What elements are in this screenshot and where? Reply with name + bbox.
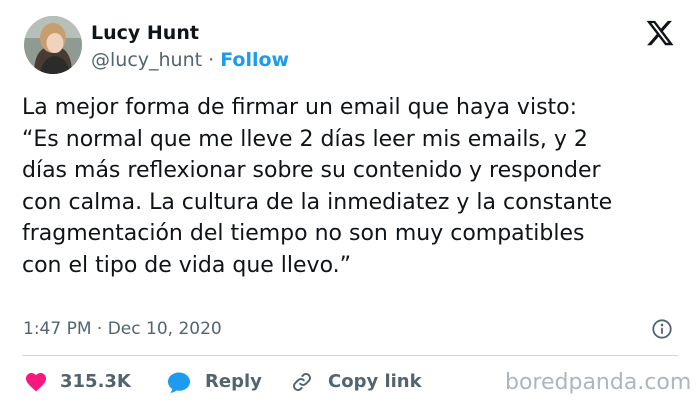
reply-label: Reply xyxy=(205,371,262,392)
watermark: boredpanda.com xyxy=(505,370,692,395)
like-count: 315.3K xyxy=(60,371,131,392)
info-icon[interactable] xyxy=(651,318,673,340)
author-name[interactable]: Lucy Hunt xyxy=(91,20,199,46)
link-icon xyxy=(293,373,311,391)
tweet-text: La mejor forma de firmar un email que ha… xyxy=(22,95,613,278)
speech-bubble-icon xyxy=(168,372,190,393)
copy-link-button[interactable]: Copy link xyxy=(289,368,422,396)
reply-button[interactable]: Reply xyxy=(166,368,262,396)
divider xyxy=(22,355,678,356)
heart-icon xyxy=(26,373,46,392)
author-handle-line: @lucy_hunt · Follow xyxy=(91,47,289,73)
handle-separator: · xyxy=(202,49,221,71)
avatar-photo xyxy=(24,16,82,74)
copy-link-label: Copy link xyxy=(328,371,422,392)
x-logo-icon[interactable] xyxy=(645,18,675,48)
follow-button[interactable]: Follow xyxy=(220,49,289,71)
avatar[interactable] xyxy=(24,16,82,74)
like-button[interactable]: 315.3K xyxy=(24,368,131,396)
tweet-timestamp[interactable]: 1:47 PM · Dec 10, 2020 xyxy=(23,317,222,341)
author-handle[interactable]: @lucy_hunt xyxy=(91,49,202,71)
